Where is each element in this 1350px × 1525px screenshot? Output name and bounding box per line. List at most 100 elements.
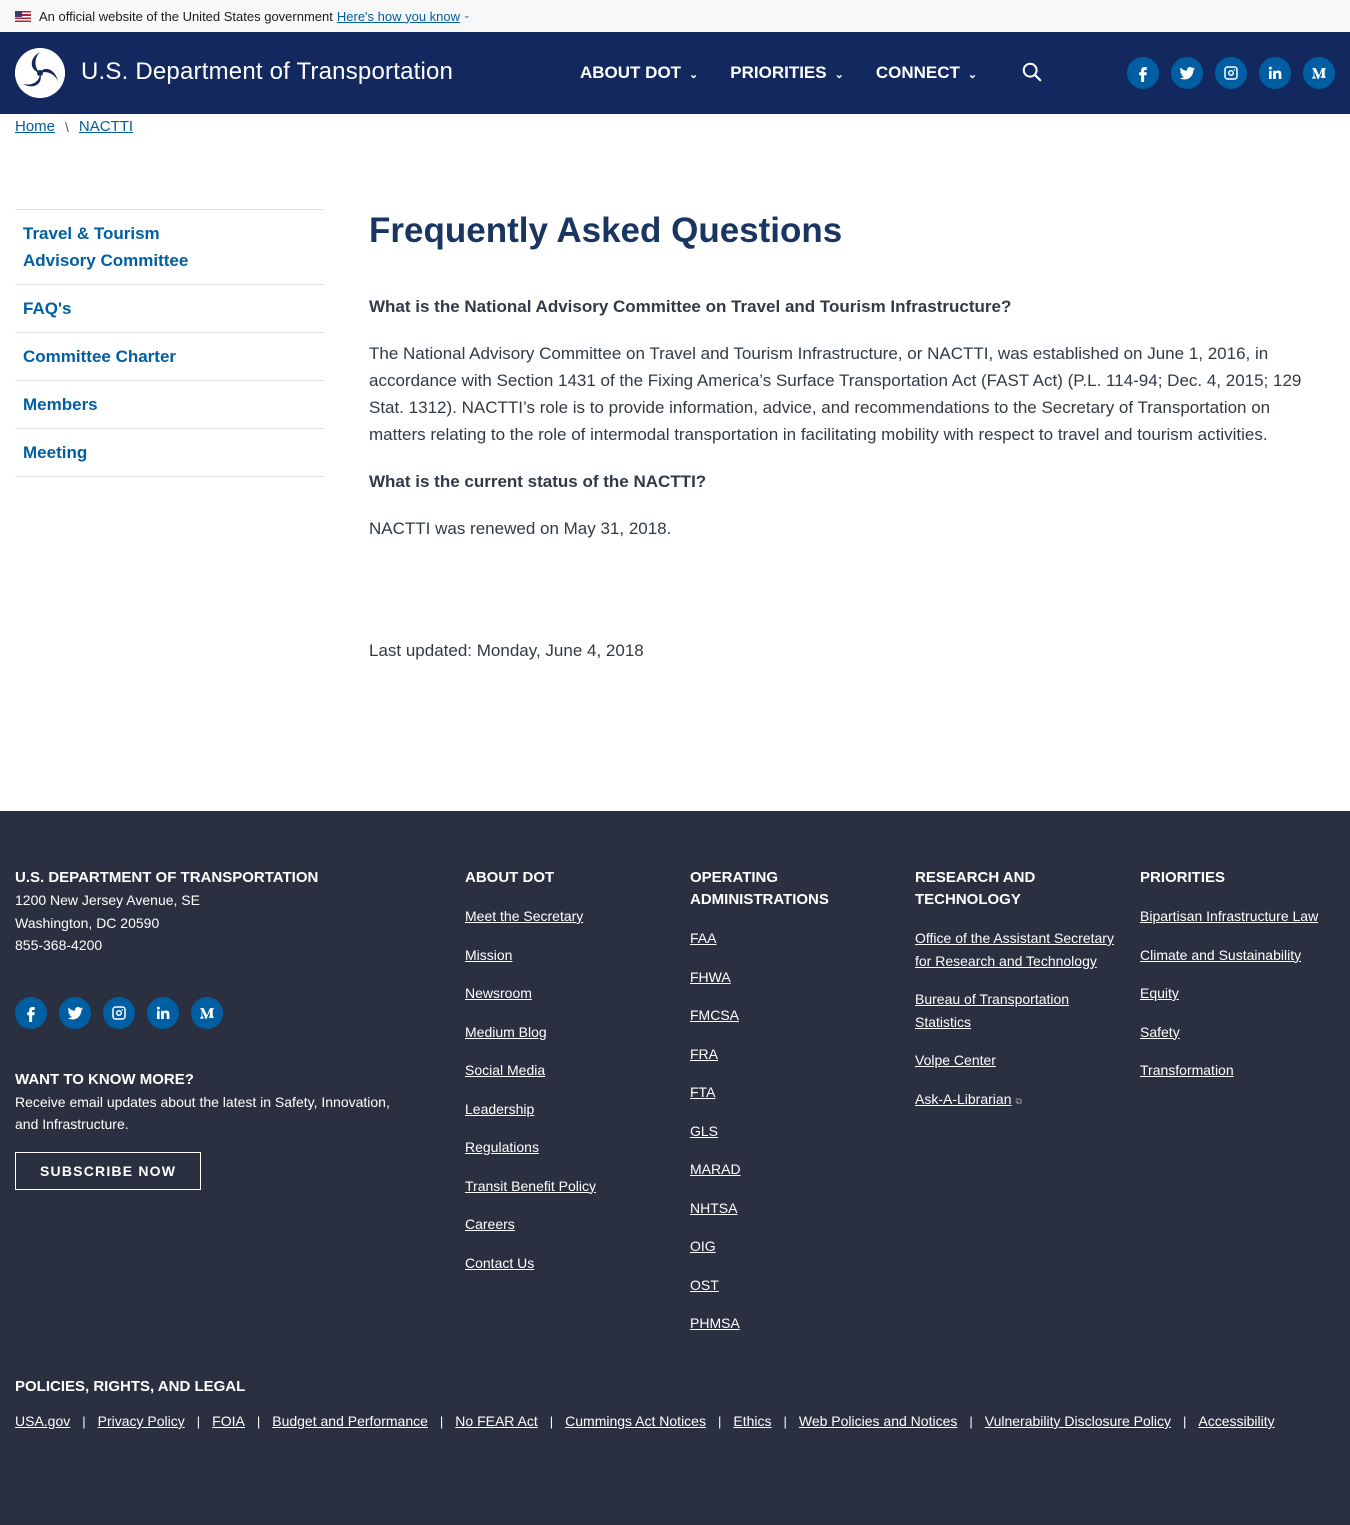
instagram-icon[interactable]	[1215, 57, 1247, 89]
footer-legal-links: USA.gov | Privacy Policy | FOIA | Budget…	[15, 1413, 1335, 1429]
footer-link[interactable]: Climate and Sustainability	[1140, 947, 1301, 963]
dot-logo-icon[interactable]	[15, 48, 65, 98]
list-item: Mission	[465, 944, 665, 967]
subscribe-button[interactable]: SUBSCRIBE NOW	[15, 1151, 202, 1190]
list-item: PHMSA	[690, 1312, 890, 1335]
footer-link[interactable]: Newsroom	[465, 985, 532, 1001]
gov-banner-text: An official website of the United States…	[39, 8, 333, 24]
linkedin-icon[interactable]	[147, 996, 179, 1029]
last-updated: Last updated: Monday, June 4, 2018	[369, 641, 644, 660]
footer-link[interactable]: OIG	[690, 1238, 716, 1254]
side-nav: Travel & Tourism Advisory Committee FAQ'…	[15, 209, 324, 477]
footer-link[interactable]: Transit Benefit Policy	[465, 1178, 596, 1194]
sidebar-item-members[interactable]: Members	[15, 381, 324, 429]
footer-link[interactable]: Mission	[465, 947, 512, 963]
legal-link[interactable]: Web Policies and Notices	[799, 1413, 957, 1429]
footer-link[interactable]: FMCSA	[690, 1007, 739, 1023]
legal-link[interactable]: USA.gov	[15, 1413, 70, 1429]
footer-link[interactable]: Leadership	[465, 1101, 534, 1117]
footer-research-links: Office of the Assistant Secretary for Re…	[915, 927, 1115, 1112]
legal-separator: |	[82, 1413, 86, 1429]
list-item: Contact Us	[465, 1252, 665, 1275]
chevron-down-icon: ⌄	[834, 68, 844, 81]
instagram-icon[interactable]	[103, 996, 135, 1029]
footer-link[interactable]: FRA	[690, 1046, 718, 1062]
legal-separator: |	[439, 1413, 444, 1429]
footer-priorities-links: Bipartisan Infrastructure Law Climate an…	[1140, 905, 1340, 1082]
sidebar-item-committee-charter[interactable]: Committee Charter	[15, 333, 324, 381]
breadcrumb-nactti[interactable]: NACTTI	[79, 118, 133, 135]
footer-link[interactable]: MARAD	[690, 1161, 741, 1177]
footer-link[interactable]: FTA	[690, 1084, 715, 1100]
footer-link[interactable]: Careers	[465, 1216, 515, 1232]
main-content: Frequently Asked Questions What is the N…	[369, 205, 1329, 664]
footer-link[interactable]: Volpe Center	[915, 1052, 996, 1068]
footer-link[interactable]: FAA	[690, 930, 716, 946]
footer-link[interactable]: Equity	[1140, 985, 1179, 1001]
nav-connect[interactable]: CONNECT ⌄	[876, 63, 977, 83]
footer-link[interactable]: Regulations	[465, 1139, 539, 1155]
list-item: NHTSA	[690, 1197, 890, 1220]
footer-link[interactable]: OST	[690, 1277, 719, 1293]
sidebar-item-travel-tourism-committee[interactable]: Travel & Tourism Advisory Committee	[15, 210, 324, 285]
footer-link[interactable]: Bureau of Transportation Statistics	[915, 991, 1069, 1030]
footer-link[interactable]: Ask-A-Librarian	[915, 1091, 1011, 1107]
footer-link[interactable]: Social Media	[465, 1062, 545, 1078]
legal-link[interactable]: FOIA	[212, 1413, 245, 1429]
footer-link[interactable]: FHWA	[690, 969, 731, 985]
search-button[interactable]	[1021, 61, 1045, 85]
nav-label: PRIORITIES	[730, 63, 827, 82]
list-item: OST	[690, 1274, 890, 1297]
footer-link[interactable]: NHTSA	[690, 1200, 737, 1216]
footer-link[interactable]: PHMSA	[690, 1315, 740, 1331]
chevron-down-icon: ⌄	[967, 68, 978, 81]
nav-about-dot[interactable]: ABOUT DOT ⌄	[580, 63, 698, 83]
linkedin-icon[interactable]	[1259, 57, 1291, 89]
list-item: FHWA	[690, 966, 890, 989]
footer-priorities-column: PRIORITIES Bipartisan Infrastructure Law…	[1140, 867, 1340, 1098]
nav-priorities[interactable]: PRIORITIES ⌄	[730, 63, 844, 83]
footer-research-title: RESEARCH AND TECHNOLOGY	[915, 869, 1036, 908]
legal-link[interactable]: Privacy Policy	[98, 1413, 185, 1429]
sidebar-item-faqs[interactable]: FAQ's	[15, 285, 324, 333]
twitter-icon[interactable]	[1171, 57, 1203, 89]
site-title[interactable]: U.S. Department of Transportation	[81, 58, 453, 86]
twitter-icon[interactable]	[59, 996, 91, 1029]
footer-link[interactable]: Bipartisan Infrastructure Law	[1140, 908, 1318, 924]
newsletter-title: WANT TO KNOW MORE?	[15, 1070, 194, 1088]
sidebar-item-meeting[interactable]: Meeting	[15, 429, 324, 477]
legal-link[interactable]: Cummings Act Notices	[565, 1413, 706, 1429]
list-item: GLS	[690, 1120, 890, 1143]
medium-icon[interactable]	[1303, 57, 1335, 89]
footer-operating-column: OPERATING ADMINISTRATIONS FAA FHWA FMCSA…	[690, 867, 890, 1351]
footer-link[interactable]: GLS	[690, 1123, 718, 1139]
faq-answer: NACTTI was renewed on May 31, 2018.	[369, 519, 672, 538]
footer-link[interactable]: Transformation	[1140, 1062, 1234, 1078]
chevron-down-icon[interactable]: ⌄	[463, 10, 471, 21]
list-item: Bureau of Transportation Statistics	[915, 988, 1115, 1033]
legal-link[interactable]: Budget and Performance	[272, 1413, 428, 1429]
list-item: FAA	[690, 927, 890, 950]
nav-label: ABOUT DOT	[580, 63, 682, 82]
footer-about-title: ABOUT DOT	[465, 869, 555, 886]
facebook-icon[interactable]	[1127, 57, 1159, 89]
medium-icon[interactable]	[191, 996, 223, 1029]
legal-separator: |	[717, 1413, 722, 1429]
legal-link[interactable]: Accessibility	[1198, 1413, 1274, 1429]
footer-link[interactable]: Medium Blog	[465, 1024, 547, 1040]
footer-link[interactable]: Safety	[1140, 1024, 1180, 1040]
facebook-icon[interactable]	[15, 996, 47, 1029]
heres-how-you-know-link[interactable]: Here's how you know	[337, 9, 460, 24]
newsletter-text: Receive email updates about the latest i…	[15, 1093, 390, 1133]
footer-link[interactable]: Contact Us	[465, 1255, 534, 1271]
legal-separator: |	[969, 1413, 973, 1429]
legal-link[interactable]: Ethics	[733, 1413, 771, 1429]
legal-link[interactable]: Vulnerability Disclosure Policy	[985, 1413, 1171, 1429]
footer-about-column: ABOUT DOT Meet the Secretary Mission New…	[465, 867, 665, 1290]
legal-link[interactable]: No FEAR Act	[455, 1413, 537, 1429]
legal-separator: |	[549, 1413, 554, 1429]
footer-link[interactable]: Meet the Secretary	[465, 908, 583, 924]
breadcrumb-home[interactable]: Home	[15, 118, 55, 135]
footer-link[interactable]: Office of the Assistant Secretary for Re…	[915, 930, 1114, 969]
list-item: FRA	[690, 1043, 890, 1066]
